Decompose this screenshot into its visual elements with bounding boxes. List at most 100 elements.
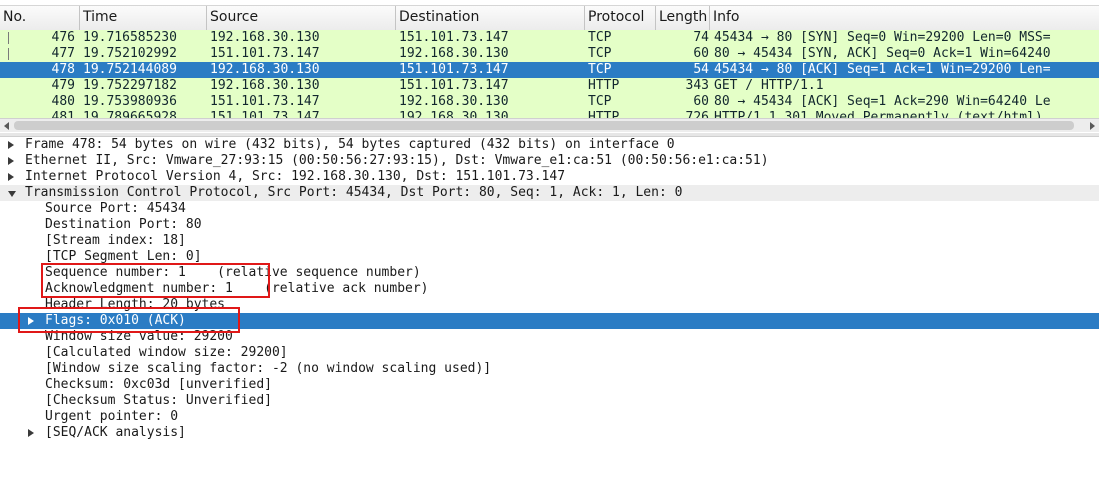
tree-item-label: Internet Protocol Version 4, Src: 192.16… <box>25 169 566 184</box>
cell-length: 54 <box>693 62 709 77</box>
cell-info: 80 → 45434 [SYN, ACK] Seq=0 Ack=1 Win=64… <box>714 46 1051 61</box>
tree-item[interactable]: Urgent pointer: 0 <box>0 409 1099 425</box>
cell-info: HTTP/1.1 301 Moved Permanently (text/htm… <box>714 110 1043 118</box>
cell-destination: 151.101.73.147 <box>399 30 509 45</box>
cell-source: 192.168.30.130 <box>210 30 320 45</box>
tree-item[interactable]: Acknowledgment number: 1 (relative ack n… <box>0 281 1099 297</box>
cell-no: 476 <box>51 30 75 45</box>
tree-item[interactable]: [SEQ/ACK analysis] <box>0 425 1099 441</box>
tree-item[interactable]: Frame 478: 54 bytes on wire (432 bits), … <box>0 137 1099 153</box>
cell-time: 19.716585230 <box>83 30 177 45</box>
tree-item-label: [Calculated window size: 29200] <box>45 345 288 360</box>
tree-item[interactable]: Checksum: 0xc03d [unverified] <box>0 377 1099 393</box>
cell-source: 192.168.30.130 <box>210 78 320 93</box>
column-header-length[interactable]: Length <box>656 6 710 30</box>
cell-no: 479 <box>51 78 75 93</box>
cell-info: GET / HTTP/1.1 <box>714 78 824 93</box>
cell-no: 481 <box>51 110 75 118</box>
cell-protocol: TCP <box>588 94 612 109</box>
cell-protocol: HTTP <box>588 110 620 118</box>
column-header-source[interactable]: Source <box>207 6 396 30</box>
tree-item-label: Acknowledgment number: 1 (relative ack n… <box>45 281 429 296</box>
tree-item-label: Source Port: 45434 <box>45 201 186 216</box>
cell-source: 151.101.73.147 <box>210 46 320 61</box>
tree-item-label: Checksum: 0xc03d [unverified] <box>45 377 272 392</box>
packet-list-header: No. Time Source Destination Protocol Len… <box>0 5 1099 31</box>
cell-destination: 192.168.30.130 <box>399 110 509 118</box>
cell-info: 45434 → 80 [ACK] Seq=1 Ack=1 Win=29200 L… <box>714 62 1051 77</box>
packet-list-pane: No. Time Source Destination Protocol Len… <box>0 0 1099 132</box>
tree-item[interactable]: Header Length: 20 bytes <box>0 297 1099 313</box>
tree-item-label: [Checksum Status: Unverified] <box>45 393 272 408</box>
tree-item-label: Destination Port: 80 <box>45 217 202 232</box>
tree-item[interactable]: Sequence number: 1 (relative sequence nu… <box>0 265 1099 281</box>
tree-item[interactable]: Flags: 0x010 (ACK) <box>0 313 1099 329</box>
cell-protocol: TCP <box>588 62 612 77</box>
cell-protocol: HTTP <box>588 78 620 93</box>
tree-item-label: Header Length: 20 bytes <box>45 297 226 312</box>
cell-no: 478 <box>51 62 75 77</box>
scrollbar-thumb[interactable] <box>14 121 1074 130</box>
table-row[interactable]: 479 19.752297182 192.168.30.130 151.101.73.… <box>0 78 1099 94</box>
column-header-info[interactable]: Info <box>710 6 1099 30</box>
tree-item-label: [SEQ/ACK analysis] <box>45 425 186 440</box>
tree-item-label: Transmission Control Protocol, Src Port:… <box>25 185 683 200</box>
tree-item[interactable]: Source Port: 45434 <box>0 201 1099 217</box>
cell-source: 192.168.30.130 <box>210 62 320 77</box>
tree-item[interactable]: [Window size scaling factor: -2 (no wind… <box>0 361 1099 377</box>
scroll-left-arrow-icon[interactable] <box>4 122 9 130</box>
cell-destination: 192.168.30.130 <box>399 94 509 109</box>
table-row[interactable]: 476 19.716585230 192.168.30.130 151.101.73.… <box>0 30 1099 46</box>
cell-length: 60 <box>693 46 709 61</box>
table-row[interactable]: 481 19.789665928 151.101.73.147 192.168.30.… <box>0 110 1099 118</box>
tree-item-label: Flags: 0x010 (ACK) <box>45 313 186 328</box>
tree-item[interactable]: [Calculated window size: 29200] <box>0 345 1099 361</box>
cell-length: 74 <box>693 30 709 45</box>
table-row[interactable]: 478 19.752144089 192.168.30.130 151.101.73.… <box>0 62 1099 78</box>
expand-down-icon[interactable] <box>8 191 16 197</box>
expand-right-icon[interactable] <box>28 429 34 437</box>
cell-length: 726 <box>685 110 709 118</box>
column-header-no[interactable]: No. <box>0 6 80 30</box>
expand-right-icon[interactable] <box>8 141 14 149</box>
packet-rows: 476 19.716585230 192.168.30.130 151.101.73.… <box>0 30 1099 118</box>
cell-time: 19.753980936 <box>83 94 177 109</box>
cell-time: 19.789665928 <box>83 110 177 118</box>
tree-item[interactable]: Internet Protocol Version 4, Src: 192.16… <box>0 169 1099 185</box>
cell-time: 19.752297182 <box>83 78 177 93</box>
cell-info: 45434 → 80 [SYN] Seq=0 Win=29200 Len=0 M… <box>714 30 1051 45</box>
expand-right-icon[interactable] <box>8 173 14 181</box>
packet-list-hscrollbar[interactable] <box>0 118 1099 132</box>
tree-item[interactable]: [TCP Segment Len: 0] <box>0 249 1099 265</box>
cell-no: 480 <box>51 94 75 109</box>
expand-right-icon[interactable] <box>28 317 34 325</box>
tree-item-label: Sequence number: 1 (relative sequence nu… <box>45 265 421 280</box>
tree-item[interactable]: Window size value: 29200 <box>0 329 1099 345</box>
cell-no: 477 <box>51 46 75 61</box>
tree-item-label: Window size value: 29200 <box>45 329 233 344</box>
tree-item-label: [Window size scaling factor: -2 (no wind… <box>45 361 492 376</box>
column-header-destination[interactable]: Destination <box>396 6 585 30</box>
tree-item[interactable]: [Checksum Status: Unverified] <box>0 393 1099 409</box>
cell-source: 151.101.73.147 <box>210 110 320 118</box>
cell-time: 19.752144089 <box>83 62 177 77</box>
tree-item[interactable]: Ethernet II, Src: Vmware_27:93:15 (00:50… <box>0 153 1099 169</box>
tree-item[interactable]: Transmission Control Protocol, Src Port:… <box>0 185 1099 201</box>
cell-info: 80 → 45434 [ACK] Seq=1 Ack=290 Win=64240… <box>714 94 1051 109</box>
cell-length: 60 <box>693 94 709 109</box>
cell-length: 343 <box>685 78 709 93</box>
table-row[interactable]: 477 19.752102992 151.101.73.147 192.168.30.… <box>0 46 1099 62</box>
tree-item-label: [TCP Segment Len: 0] <box>45 249 202 264</box>
table-row[interactable]: 480 19.753980936 151.101.73.147 192.168.30.… <box>0 94 1099 110</box>
tree-item-label: Ethernet II, Src: Vmware_27:93:15 (00:50… <box>25 153 769 168</box>
column-header-time[interactable]: Time <box>80 6 207 30</box>
column-header-protocol[interactable]: Protocol <box>585 6 656 30</box>
tree-item[interactable]: Destination Port: 80 <box>0 217 1099 233</box>
expand-right-icon[interactable] <box>8 157 14 165</box>
tree-item[interactable]: [Stream index: 18] <box>0 233 1099 249</box>
scroll-right-arrow-icon[interactable] <box>1090 122 1095 130</box>
cell-source: 151.101.73.147 <box>210 94 320 109</box>
cell-protocol: TCP <box>588 46 612 61</box>
cell-destination: 151.101.73.147 <box>399 78 509 93</box>
cell-protocol: TCP <box>588 30 612 45</box>
